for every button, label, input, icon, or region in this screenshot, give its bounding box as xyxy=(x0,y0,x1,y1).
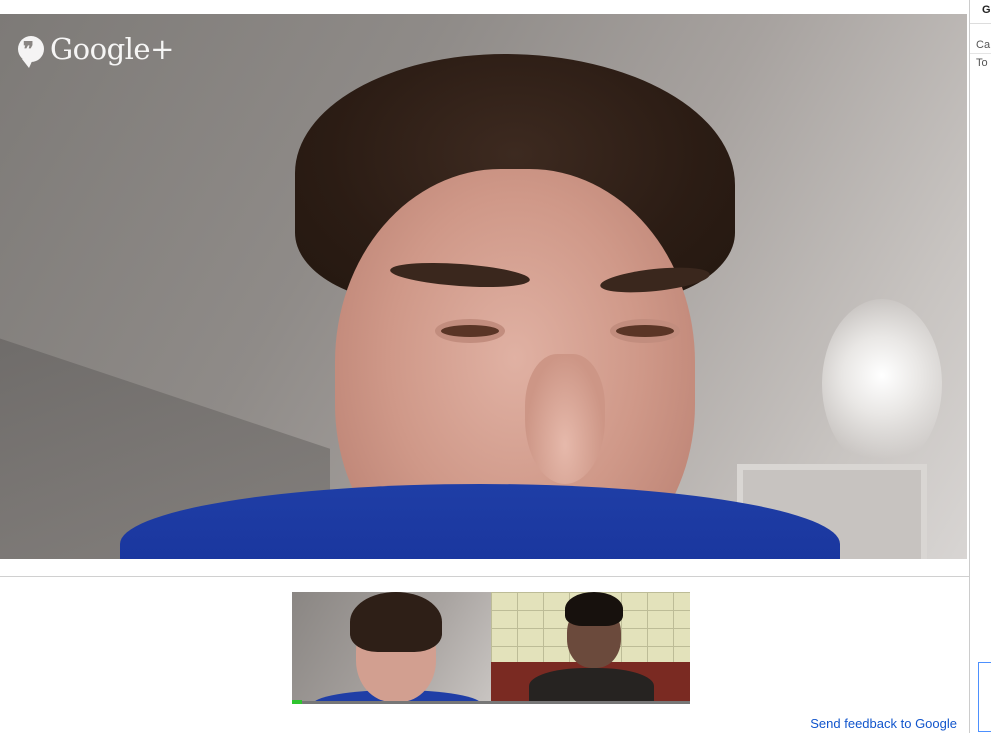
hangout-window: ❞ Google+ Send feedback to Google G Ca T… xyxy=(0,0,991,733)
logo-text: Google+ xyxy=(50,32,174,66)
thumbnail-hair xyxy=(565,592,623,626)
main-video-feed[interactable]: ❞ Google+ xyxy=(0,14,967,559)
hangouts-quote-icon: ❞ xyxy=(18,36,44,68)
side-panel-row[interactable]: Ca xyxy=(970,36,991,54)
side-panel-header: G xyxy=(970,0,991,24)
thumbnail-hair xyxy=(350,592,442,652)
participant-thumbnail-2[interactable] xyxy=(491,592,690,704)
side-panel-row[interactable]: To xyxy=(970,54,991,72)
speaking-indicator xyxy=(292,700,302,704)
thumbnail-bottom-bar xyxy=(491,701,690,704)
filmstrip-divider xyxy=(0,576,969,577)
thumbnail-bottom-bar xyxy=(292,701,491,704)
video-light-glare xyxy=(822,299,942,469)
thumbnail-shirt xyxy=(529,668,654,704)
side-panel: G Ca To xyxy=(969,0,991,733)
participant-thumbnail-1[interactable] xyxy=(292,592,491,704)
left-eye xyxy=(435,319,505,343)
participant-nose xyxy=(525,354,605,484)
google-plus-logo: ❞ Google+ xyxy=(18,32,174,68)
send-feedback-link[interactable]: Send feedback to Google xyxy=(810,716,957,731)
right-eye xyxy=(610,319,680,343)
side-panel-input[interactable] xyxy=(978,662,991,732)
